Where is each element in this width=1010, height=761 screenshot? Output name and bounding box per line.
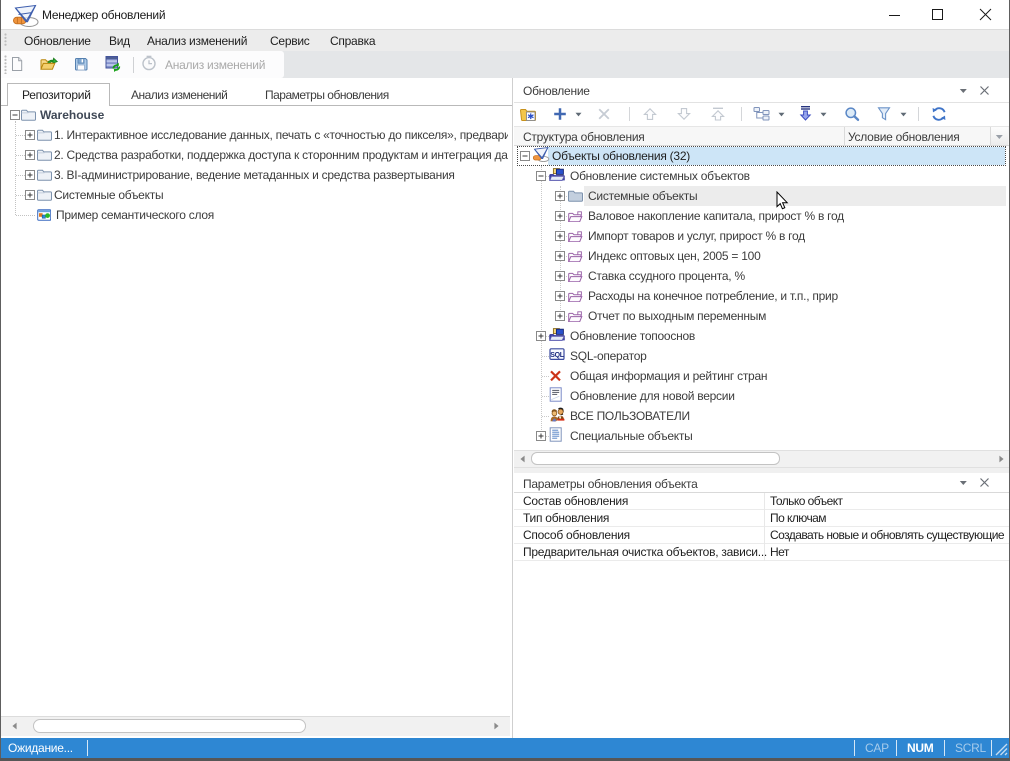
svg-text:SQL: SQL (550, 352, 565, 359)
